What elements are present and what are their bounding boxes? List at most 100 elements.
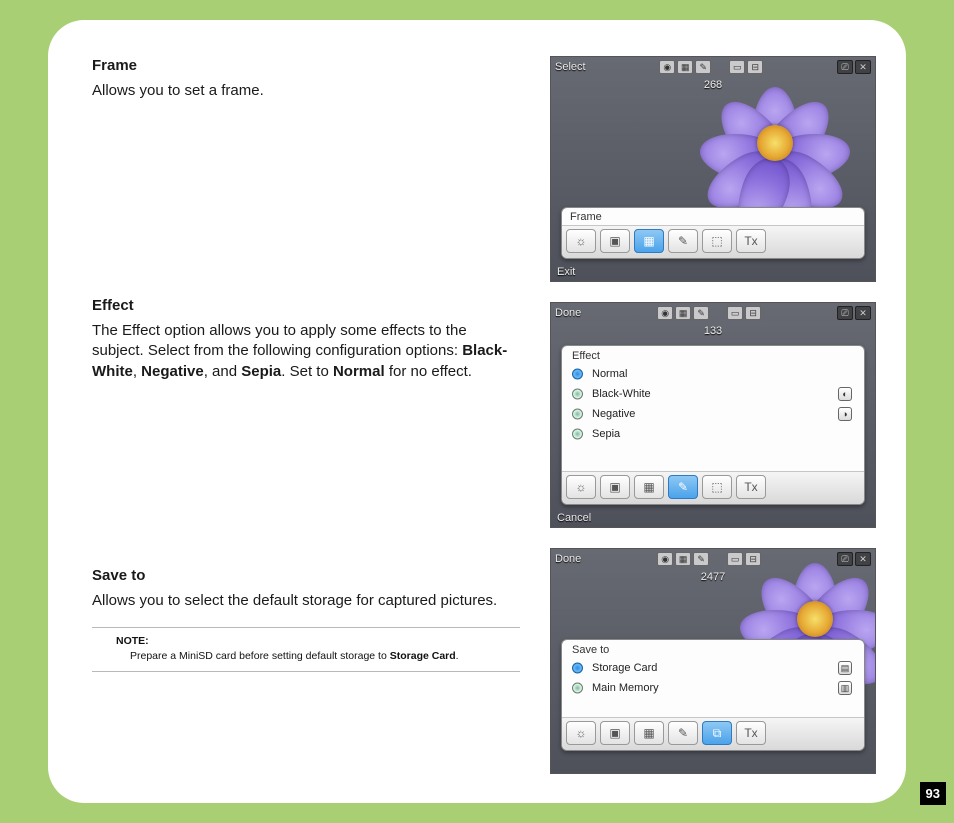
edit-icon[interactable]: ✎ — [693, 306, 709, 320]
top-right-icons: ⎚ ✕ — [837, 552, 871, 566]
frame-body: Allows you to set a frame. — [92, 81, 520, 102]
tool-effect[interactable]: ✎ — [668, 721, 698, 745]
softkey-cancel[interactable]: Cancel — [557, 512, 591, 524]
note-text: Prepare a MiniSD card before setting def… — [116, 649, 520, 663]
resolution-icon[interactable]: ▦ — [675, 306, 691, 320]
radio-icon — [572, 369, 583, 380]
battery-icon: ▭ — [727, 306, 743, 320]
option-label: Main Memory — [592, 682, 659, 694]
effect-option-normal[interactable]: Normal — [562, 364, 864, 384]
effect-panel-title: Effect — [562, 346, 864, 364]
note-storage-card: Storage Card — [390, 650, 456, 662]
saveto-panel-title: Save to — [562, 640, 864, 658]
close-icon[interactable]: ✕ — [855, 306, 871, 320]
note-tail: . — [456, 650, 459, 662]
section-saveto: Save to Allows you to select the default… — [92, 566, 520, 672]
softkey-select[interactable]: Select — [555, 61, 586, 73]
camera-mode-icon[interactable]: ◉ — [657, 306, 673, 320]
tool-saveto[interactable]: ⬚ — [702, 475, 732, 499]
camera-mode-icon[interactable]: ◉ — [657, 552, 673, 566]
shot-topbar: Select ◉ ▦ ✎ ▭ ⊟ ⎚ ✕ — [551, 57, 875, 77]
radio-icon — [572, 429, 583, 440]
close-icon[interactable]: ✕ — [855, 552, 871, 566]
effect-opt-negative: Negative — [141, 363, 204, 380]
effect-sep1: , — [133, 363, 141, 380]
shot-topbar: Done ◉ ▦ ✎ ▭ ⊟ ⎚ ✕ — [551, 303, 875, 323]
effect-opt-normal: Normal — [333, 363, 385, 380]
effect-panel: Effect Normal Black-White ◐ — [561, 345, 865, 505]
softkey-done[interactable]: Done — [555, 307, 581, 319]
camera-mode-icon[interactable]: ◉ — [659, 60, 675, 74]
size-indicator-icon: ⎚ — [837, 552, 853, 566]
effect-option-sepia[interactable]: Sepia — [562, 424, 864, 444]
screenshot-frame: Select ◉ ▦ ✎ ▭ ⊟ ⎚ ✕ 268 — [550, 56, 876, 282]
shot-botbar: Cancel — [551, 509, 875, 527]
option-label: Black-White — [592, 388, 651, 400]
saveto-toolbar: ☼ ▣ ▦ ✎ ⧉ Tx — [562, 717, 864, 750]
softkey-exit[interactable]: Exit — [557, 266, 575, 278]
option-label: Normal — [592, 368, 627, 380]
main-memory-icon: ▥ — [838, 681, 852, 695]
shot-topbar: Done ◉ ▦ ✎ ▭ ⊟ ⎚ ✕ — [551, 549, 875, 569]
effect-option-blackwhite[interactable]: Black-White ◐ — [562, 384, 864, 404]
radio-icon — [572, 663, 583, 674]
close-icon[interactable]: ✕ — [855, 60, 871, 74]
tool-brightness[interactable]: ☼ — [566, 475, 596, 499]
resolution-icon[interactable]: ▦ — [675, 552, 691, 566]
tool-effect[interactable]: ✎ — [668, 229, 698, 253]
tool-frame[interactable]: ▦ — [634, 229, 664, 253]
saveto-option-mainmemory[interactable]: Main Memory ▥ — [562, 678, 864, 698]
effect-mid: . Set to — [281, 363, 333, 380]
shots-remaining: 133 — [704, 325, 722, 337]
option-label: Sepia — [592, 428, 620, 440]
tool-effect[interactable]: ✎ — [668, 475, 698, 499]
battery-icon: ▭ — [727, 552, 743, 566]
shots-remaining: 2477 — [701, 571, 725, 583]
screenshot-saveto: Done ◉ ▦ ✎ ▭ ⊟ ⎚ ✕ 2477 — [550, 548, 876, 774]
top-right-icons: ⎚ ✕ — [837, 306, 871, 320]
top-right-icons: ⎚ ✕ — [837, 60, 871, 74]
saveto-panel: Save to Storage Card ▤ Main Memory ▥ — [561, 639, 865, 751]
tool-resolution[interactable]: ▣ — [600, 229, 630, 253]
memory-icon: ⊟ — [745, 552, 761, 566]
saveto-option-storagecard[interactable]: Storage Card ▤ — [562, 658, 864, 678]
screenshot-effect: Done ◉ ▦ ✎ ▭ ⊟ ⎚ ✕ 133 — [550, 302, 876, 528]
effect-option-negative[interactable]: Negative ◑ — [562, 404, 864, 424]
effect-sep2: , and — [204, 363, 242, 380]
tool-resolution[interactable]: ▣ — [600, 721, 630, 745]
size-indicator-icon: ⎚ — [837, 306, 853, 320]
effect-body: The Effect option allows you to apply so… — [92, 321, 520, 383]
effect-options: Normal Black-White ◐ Negative ◑ — [562, 364, 864, 471]
resolution-icon[interactable]: ▦ — [677, 60, 693, 74]
radio-icon — [572, 389, 583, 400]
top-icons: ◉ ▦ ✎ ▭ ⊟ — [657, 306, 761, 320]
battery-icon: ▭ — [729, 60, 745, 74]
edit-icon[interactable]: ✎ — [693, 552, 709, 566]
effect-toolbar: ☼ ▣ ▦ ✎ ⬚ Tx — [562, 471, 864, 504]
memory-icon: ⊟ — [745, 306, 761, 320]
tool-text[interactable]: Tx — [736, 229, 766, 253]
tool-resolution[interactable]: ▣ — [600, 475, 630, 499]
tool-saveto[interactable]: ⧉ — [702, 721, 732, 745]
tool-brightness[interactable]: ☼ — [566, 229, 596, 253]
option-label: Negative — [592, 408, 635, 420]
option-label: Storage Card — [592, 662, 657, 674]
saveto-body: Allows you to select the default storage… — [92, 591, 520, 612]
flower-graphic — [705, 87, 845, 197]
softkey-done[interactable]: Done — [555, 553, 581, 565]
frame-toolbar: ☼ ▣ ▦ ✎ ⬚ Tx — [562, 225, 864, 258]
effect-preview-icon: ◐ — [838, 387, 852, 401]
tool-saveto[interactable]: ⬚ — [702, 229, 732, 253]
section-frame: Frame Allows you to set a frame. — [92, 56, 520, 296]
tool-brightness[interactable]: ☼ — [566, 721, 596, 745]
tool-text[interactable]: Tx — [736, 721, 766, 745]
tool-frame[interactable]: ▦ — [634, 475, 664, 499]
shot-botbar: Exit — [551, 263, 875, 281]
tool-frame[interactable]: ▦ — [634, 721, 664, 745]
effect-preview-icon: ◑ — [838, 407, 852, 421]
saveto-options: Storage Card ▤ Main Memory ▥ — [562, 658, 864, 717]
tool-text[interactable]: Tx — [736, 475, 766, 499]
note-box: NOTE: Prepare a MiniSD card before setti… — [92, 627, 520, 671]
edit-icon[interactable]: ✎ — [695, 60, 711, 74]
effect-tail: for no effect. — [385, 363, 472, 380]
